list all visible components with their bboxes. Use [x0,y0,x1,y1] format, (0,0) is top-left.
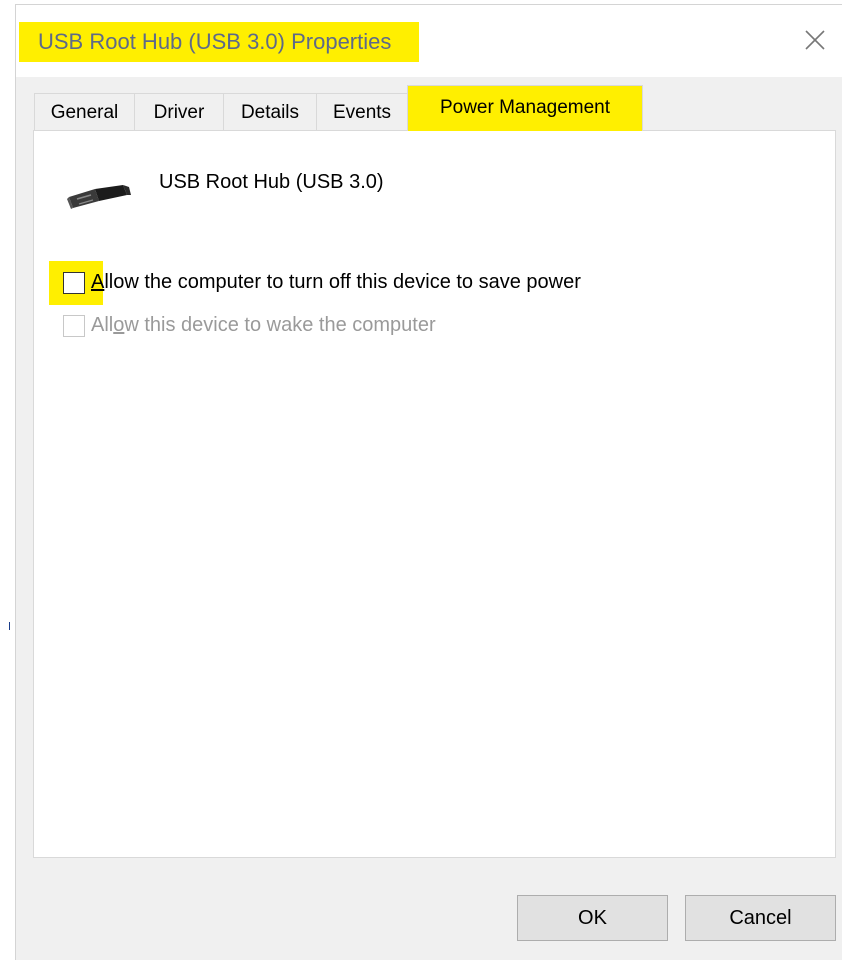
properties-dialog: USB Root Hub (USB 3.0) Properties Genera… [15,4,842,960]
tab-general[interactable]: General [34,93,135,131]
ok-button[interactable]: OK [517,895,668,941]
device-name: USB Root Hub (USB 3.0) [159,171,384,193]
close-icon[interactable] [800,25,830,55]
allow-wake-label: Allow this device to wake the computer [91,314,436,336]
power-management-panel: USB Root Hub (USB 3.0) Allow the compute… [33,130,836,858]
tab-driver[interactable]: Driver [134,93,224,131]
stray-mark [9,622,10,630]
cancel-button[interactable]: Cancel [685,895,836,941]
usb-plug-icon [65,175,135,215]
title-bar: USB Root Hub (USB 3.0) Properties [16,5,842,77]
allow-turn-off-label[interactable]: Allow the computer to turn off this devi… [91,271,581,294]
tab-events[interactable]: Events [316,93,408,131]
tab-strip: General Driver Details Events Power Mana… [34,85,824,133]
tab-details[interactable]: Details [223,93,317,131]
allow-wake-option: Allow this device to wake the computer [63,314,436,337]
window-title: USB Root Hub (USB 3.0) Properties [19,22,420,62]
allow-turn-off-checkbox[interactable] [63,271,85,294]
allow-turn-off-option[interactable]: Allow the computer to turn off this devi… [63,271,581,294]
allow-wake-checkbox [63,314,85,337]
tab-power-management[interactable]: Power Management [407,85,643,131]
